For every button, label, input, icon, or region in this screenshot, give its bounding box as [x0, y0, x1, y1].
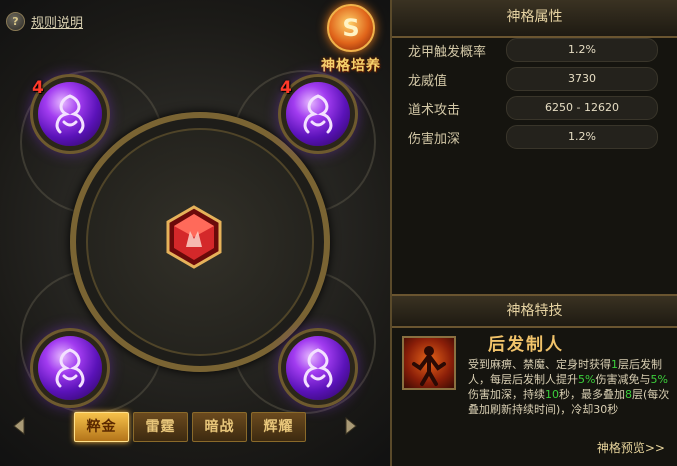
attributes-header: 神格属性	[392, 0, 677, 38]
tab-anzhan[interactable]: 暗战	[192, 412, 247, 442]
swirl-icon	[55, 348, 85, 388]
attribute-value: 1.2%	[506, 38, 658, 62]
tab-huiyao[interactable]: 辉耀	[251, 412, 306, 442]
shenge-preview-link[interactable]: 神格预览>>	[597, 439, 665, 456]
flame-emblem-icon: S	[327, 4, 375, 52]
attribute-row: 龙甲触发概率 1.2%	[408, 38, 676, 62]
attribute-value: 6250 - 12620	[506, 96, 658, 120]
attribute-label: 道术攻击	[408, 103, 461, 118]
attribute-label: 伤害加深	[408, 132, 461, 147]
attribute-label: 龙威值	[408, 74, 448, 89]
attribute-row: 龙威值 3730	[408, 67, 676, 91]
orb-slot-bottom-left[interactable]	[38, 336, 102, 400]
attribute-value: 3730	[506, 67, 658, 91]
emblem-title: 神格培养	[321, 58, 381, 74]
attribute-label: 龙甲触发概率	[408, 45, 487, 60]
shenge-cultivation-panel: ? 规则说明 S 神格培养 4 4 粹金 雷霆 暗战 辉耀	[0, 0, 392, 466]
skill-icon	[402, 336, 456, 390]
orb-slot-top-right[interactable]: 4	[280, 78, 350, 146]
info-panel: 神格属性 龙甲触发概率 1.2% 龙威值 3730 道术攻击 6250 - 12…	[392, 0, 677, 466]
skill-desc-text: 受到麻痹、禁魔、定身时获得	[468, 358, 611, 371]
swirl-icon	[55, 94, 85, 134]
skill-header: 神格特技	[392, 294, 677, 328]
orb-level-badge: 4	[280, 78, 292, 98]
skill-name: 后发制人	[488, 335, 564, 355]
attribute-row: 道术攻击 6250 - 12620	[408, 96, 676, 120]
skill-desc-highlight: 5%	[578, 373, 596, 386]
swirl-icon	[303, 94, 333, 134]
tab-cuijin[interactable]: 粹金	[74, 412, 129, 442]
shenge-tab-bar: 粹金 雷霆 暗战 辉耀	[74, 412, 306, 442]
skill-desc-highlight: 1	[611, 358, 618, 371]
shenge-emblem: S 神格培养	[312, 4, 390, 76]
arrow-left-icon[interactable]	[10, 416, 30, 436]
skill-desc-text: 秒，最多叠加	[559, 388, 625, 401]
orb-level-badge: 4	[32, 78, 44, 98]
skill-desc-text: 伤害加深，持续	[468, 388, 545, 401]
tab-leiting[interactable]: 雷霆	[133, 412, 188, 442]
fighter-silhouette-icon	[412, 346, 446, 386]
question-icon: ?	[6, 12, 25, 31]
swirl-icon	[303, 348, 333, 388]
skill-description: 受到麻痹、禁魔、定身时获得1层后发制人，每层后发制人提升5%伤害减免与5%伤害加…	[468, 357, 674, 417]
attribute-row: 伤害加深 1.2%	[408, 125, 676, 149]
skill-desc-text: 伤害减免与	[595, 373, 651, 386]
skill-desc-highlight: 10	[545, 388, 559, 401]
skill-desc-highlight: 8	[625, 388, 632, 401]
rules-label: 规则说明	[31, 16, 84, 31]
orb-slot-top-left[interactable]: 4	[32, 78, 102, 146]
arrow-right-icon[interactable]	[340, 416, 360, 436]
attribute-value: 1.2%	[506, 125, 658, 149]
orb-slot-bottom-right[interactable]	[286, 336, 350, 400]
central-ruby-gem-icon[interactable]	[162, 205, 226, 269]
rules-link[interactable]: ? 规则说明	[6, 12, 83, 31]
skill-desc-highlight: 5%	[650, 373, 668, 386]
